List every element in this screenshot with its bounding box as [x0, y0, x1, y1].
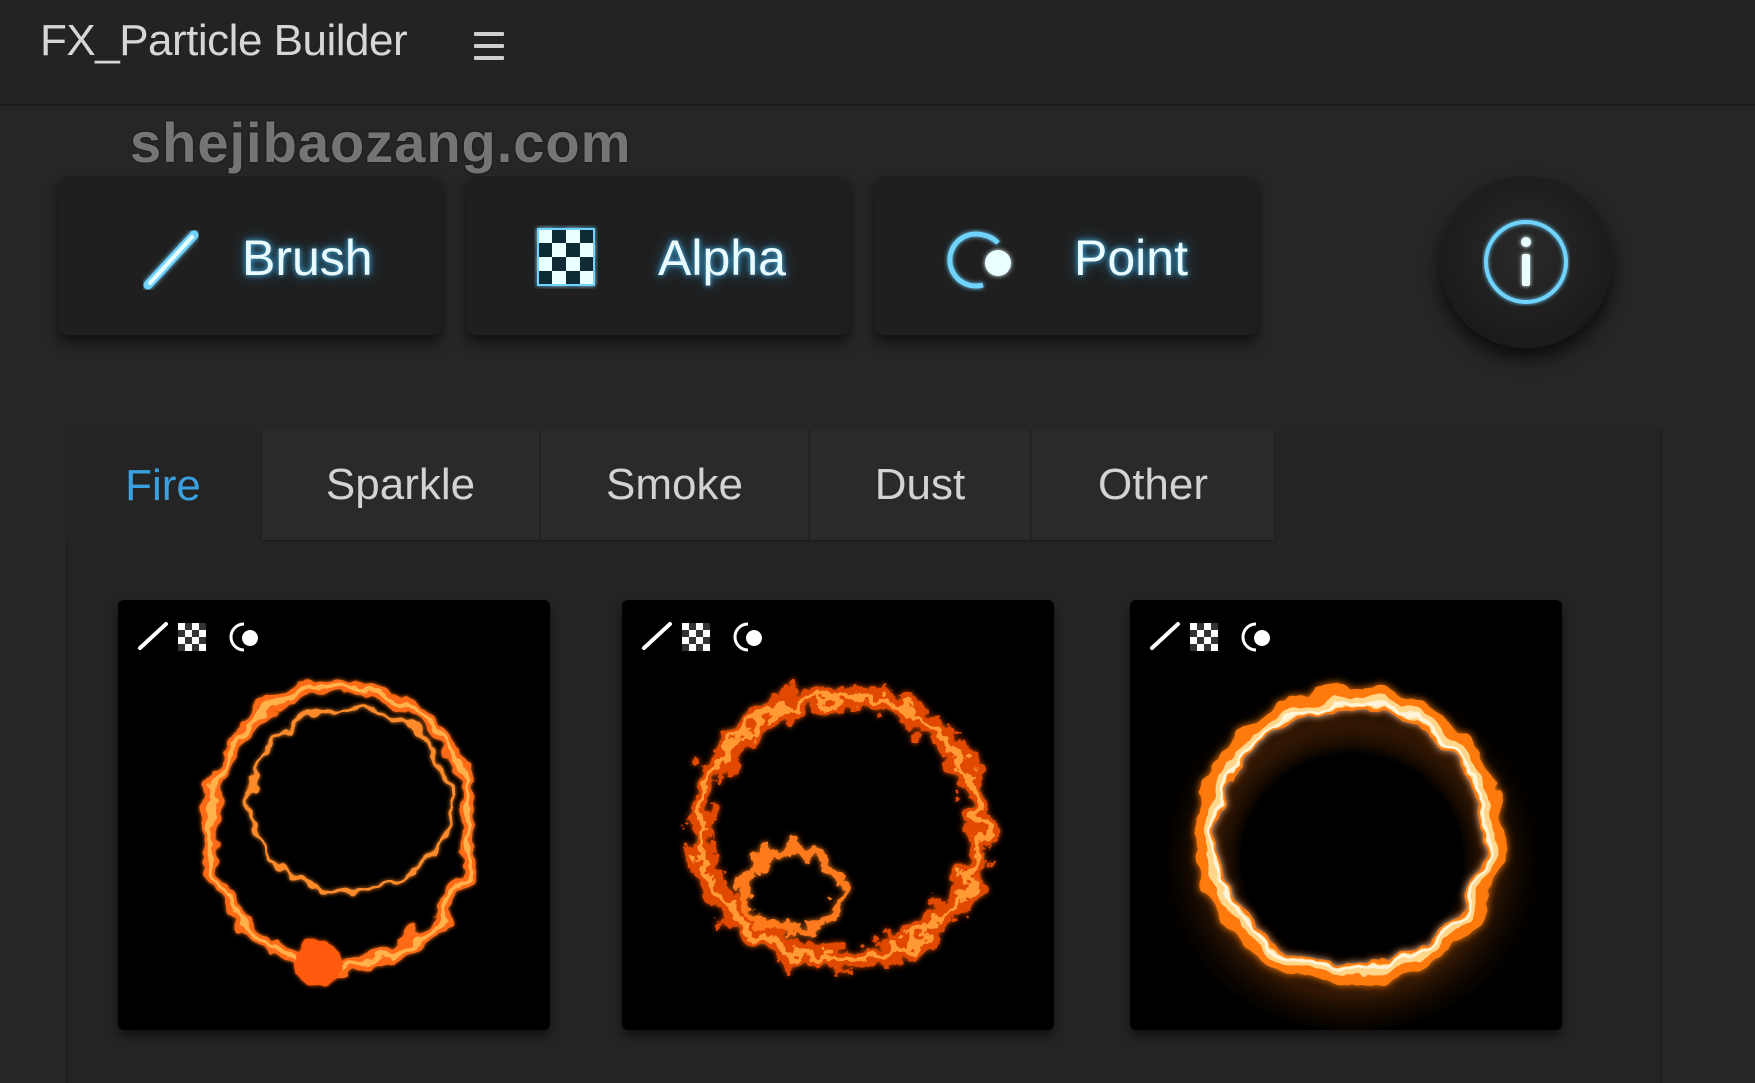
point-button[interactable]: Point: [874, 175, 1258, 335]
alpha-button[interactable]: Alpha: [466, 175, 850, 335]
card-mode-icons: [640, 618, 770, 659]
brush-icon: [143, 230, 199, 290]
point-label: Point: [1074, 230, 1188, 286]
checkerboard-icon: [537, 228, 595, 286]
app-title: FX_Particle Builder: [40, 16, 408, 65]
info-button[interactable]: [1440, 176, 1612, 348]
tab-sparkle[interactable]: Sparkle: [262, 430, 541, 542]
card-mode-icons: [1148, 618, 1278, 659]
tab-dust[interactable]: Dust: [810, 430, 1032, 542]
card-mode-icons: [136, 618, 266, 659]
fire-ring-thumbnail: [688, 684, 992, 972]
alpha-label: Alpha: [658, 230, 786, 286]
preset-card-fire-ring-1[interactable]: [118, 600, 550, 1030]
preset-card-fire-ring-2[interactable]: [622, 600, 1054, 1030]
tab-other[interactable]: Other: [1032, 430, 1276, 542]
fire-ring-thumbnail: [201, 679, 479, 984]
hamburger-menu-icon[interactable]: [474, 32, 504, 66]
brush-label: Brush: [242, 230, 373, 286]
preset-card-fire-ring-3[interactable]: [1130, 600, 1562, 1030]
title-bar: FX_Particle Builder: [0, 0, 1755, 106]
watermark: shejibaozang.com: [130, 111, 632, 174]
tab-smoke[interactable]: Smoke: [541, 430, 810, 542]
info-icon: [1484, 220, 1568, 304]
brush-button[interactable]: Brush: [58, 175, 442, 335]
tab-fire[interactable]: Fire: [66, 430, 262, 542]
fire-ring-thumbnail: [1152, 650, 1552, 1030]
category-tabs: Fire Sparkle Smoke Dust Other: [66, 430, 1276, 542]
point-toggle-icon: [947, 231, 1011, 289]
